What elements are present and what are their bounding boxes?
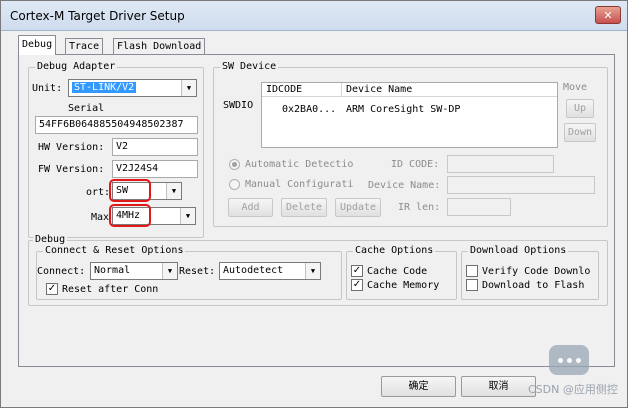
download-flash-label: Download to Flash [482, 280, 585, 291]
cache-memory-label: Cache Memory [367, 280, 440, 291]
serial-label: Serial [68, 103, 105, 114]
cache-code-label: Cache Code [367, 266, 428, 277]
verify-code-label: Verify Code Downlo [482, 266, 591, 277]
chevron-down-icon: ▼ [305, 263, 320, 279]
move-label: Move [563, 82, 588, 93]
id-code-field[interactable] [447, 155, 554, 173]
cancel-button[interactable]: 取消 [461, 376, 536, 397]
row-device-name[interactable]: ARM CoreSight SW-DP [346, 103, 460, 116]
device-name-label: Device Name: [368, 180, 441, 191]
unit-select[interactable]: ST-LINK/V2 ▼ [68, 79, 197, 97]
ir-len-label: IR len: [398, 202, 441, 213]
unit-label: Unit: [32, 83, 63, 94]
group-title: Connect & Reset Options [43, 245, 186, 257]
group-title: Download Options [468, 245, 569, 257]
tab-debug[interactable]: Debug [18, 35, 57, 55]
device-list[interactable]: IDCODE Device Name 0x2BA0... ARM CoreSig… [261, 82, 558, 148]
tab-label: Flash Download [117, 41, 202, 52]
update-button[interactable]: Update [335, 198, 381, 217]
tab-label: Debug [22, 39, 53, 50]
chevron-down-icon: ▼ [166, 183, 181, 199]
close-icon: ✕ [603, 8, 613, 22]
reset-label: Reset: [179, 266, 216, 277]
auto-detection-label: Automatic Detectio [245, 159, 354, 170]
manual-config-label: Manual Configurati [245, 179, 354, 190]
column-idcode[interactable]: IDCODE [262, 83, 342, 97]
chevron-down-icon: ▼ [162, 263, 177, 279]
auto-detection-radio[interactable] [229, 159, 240, 170]
reset-select[interactable]: Autodetect ▼ [219, 262, 321, 280]
hw-version-field: V2 [112, 138, 198, 156]
hw-version-label: HW Version: [38, 142, 105, 153]
chevron-down-icon: ▼ [180, 208, 195, 224]
add-button[interactable]: Add [228, 198, 273, 217]
verify-code-checkbox[interactable] [466, 265, 478, 277]
move-up-button[interactable]: Up [566, 99, 594, 118]
max-clock-label: Max [91, 212, 110, 223]
highlight-port [109, 179, 151, 202]
fw-version-field: V2J24S4 [112, 160, 198, 178]
manual-config-radio[interactable] [229, 179, 240, 190]
close-button[interactable]: ✕ [595, 6, 621, 24]
device-name-field[interactable] [447, 176, 595, 194]
fw-version-label: FW Version: [38, 164, 105, 175]
connect-label: Connect: [37, 266, 86, 277]
delete-button[interactable]: Delete [281, 198, 327, 217]
chevron-down-icon: ▼ [181, 80, 196, 96]
reset-after-connect-label: Reset after Conn [62, 284, 159, 295]
tab-label: Trace [69, 41, 100, 52]
cache-memory-checkbox[interactable]: ✓ [351, 279, 363, 291]
connect-select[interactable]: Normal ▼ [90, 262, 178, 280]
ok-button[interactable]: 确定 [381, 376, 456, 397]
port-label: ort: [86, 187, 111, 198]
reset-after-connect-checkbox[interactable]: ✓ [46, 283, 58, 295]
id-code-label: ID CODE: [391, 159, 440, 170]
watermark-text: CSDN @应用侧控 [528, 383, 618, 396]
group-title: SW Device [220, 61, 279, 73]
ir-len-field[interactable] [447, 198, 511, 216]
tab-trace[interactable]: Trace [65, 38, 104, 55]
title-bar: Cortex-M Target Driver Setup ✕ [1, 1, 627, 31]
dialog-window: Cortex-M Target Driver Setup ✕ Debug Tra… [0, 0, 628, 408]
move-down-button[interactable]: Down [564, 123, 596, 142]
connect-value: Normal [94, 265, 131, 276]
chat-bubble-icon [549, 345, 589, 375]
window-title: Cortex-M Target Driver Setup [10, 9, 185, 23]
column-device-name[interactable]: Device Name [342, 83, 557, 97]
unit-value: ST-LINK/V2 [72, 82, 137, 93]
group-title: Cache Options [353, 245, 436, 257]
reset-value: Autodetect [223, 265, 284, 276]
row-idcode[interactable]: 0x2BA0... [282, 103, 336, 116]
tab-flash-download[interactable]: Flash Download [113, 38, 206, 55]
group-title: Debug Adapter [35, 61, 118, 73]
debug-tab-panel: Debug Adapter Unit: ST-LINK/V2 ▼ Serial … [18, 54, 615, 367]
highlight-max-clock [109, 204, 151, 227]
serial-field: 54FF6B064885504948502387 [35, 116, 198, 134]
swdio-label: SWDIO [223, 100, 254, 111]
download-flash-checkbox[interactable] [466, 279, 478, 291]
cache-code-checkbox[interactable]: ✓ [351, 265, 363, 277]
